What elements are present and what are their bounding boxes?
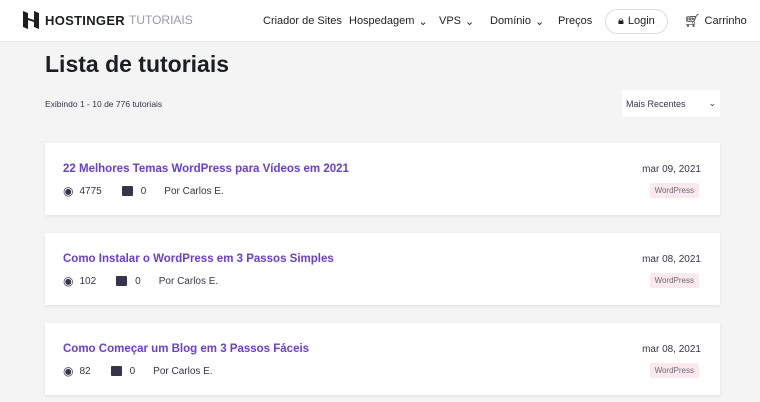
author: Por Carlos E. (153, 365, 213, 377)
nav-label: Domínio (490, 15, 531, 27)
logo[interactable]: HOSTINGER TUTORIAIS (23, 11, 193, 29)
views-count: 82 (79, 365, 91, 377)
cart-button[interactable]: 🛒︎ Carrinho (684, 13, 747, 29)
nav-hospedagem[interactable]: Hospedagem ⌄ (349, 15, 428, 28)
eye-icon: ◉ (63, 184, 74, 198)
brand-name: HOSTINGER (45, 12, 125, 28)
chevron-down-icon: ⌄ (708, 98, 716, 108)
nav-label: Preços (558, 15, 593, 27)
category-tag[interactable]: WordPress (649, 273, 699, 288)
comment-icon (116, 276, 128, 286)
brand-suffix: TUTORIAIS (128, 13, 193, 27)
nav-label: Criador de Sites (263, 15, 342, 27)
cart-icon: 🛒︎ (684, 13, 701, 28)
comments-count: 0 (129, 365, 136, 377)
comments-count: 0 (135, 275, 141, 287)
cart-label: Carrinho (704, 15, 747, 27)
page-title: Lista de tutoriais (45, 51, 230, 77)
eye-icon: ◉ (63, 274, 74, 288)
chevron-down-icon: ⌄ (465, 15, 475, 28)
post-date: mar 08, 2021 (642, 254, 701, 265)
tutorial-card: Como Instalar o WordPress em 3 Passos Si… (45, 233, 720, 305)
tutorial-title-link[interactable]: 22 Melhores Temas WordPress para Vídeos … (63, 163, 349, 175)
eye-icon: ◉ (63, 364, 74, 378)
tutorial-card: Como Começar um Blog em 3 Passos Fáceis … (45, 323, 720, 395)
nav-criador-de-sites[interactable]: Criador de Sites (263, 15, 342, 27)
header: HOSTINGER TUTORIAIS Criador de Sites Hosp… (0, 0, 760, 42)
tutorial-meta: ◉ 82 0 Por Carlos E. (63, 364, 213, 378)
tutorial-meta: ◉ 4775 0 Por Carlos E. (63, 184, 224, 198)
post-date: mar 09, 2021 (642, 164, 701, 175)
category-tag[interactable]: WordPress (649, 363, 699, 378)
author: Por Carlos E. (158, 275, 219, 287)
login-label: Login (627, 15, 655, 27)
tutorial-card: 22 Melhores Temas WordPress para Vídeos … (45, 143, 720, 215)
author: Por Carlos E. (164, 185, 224, 197)
views-count: 102 (79, 275, 97, 287)
hostinger-logo-icon (23, 11, 39, 29)
nav-vps[interactable]: VPS ⌄ (439, 15, 474, 28)
sort-value: Mais Recentes (626, 98, 686, 109)
tutorial-meta: ◉ 102 0 Por Carlos E. (63, 274, 218, 288)
post-date: mar 08, 2021 (642, 344, 701, 355)
tutorial-title-link[interactable]: Como Começar um Blog em 3 Passos Fáceis (63, 343, 309, 355)
chevron-down-icon: ⌄ (418, 15, 428, 28)
comment-icon (121, 186, 133, 196)
category-tag[interactable]: WordPress (649, 183, 699, 198)
nav-label: Hospedagem (349, 15, 415, 27)
nav-dominio[interactable]: Domínio ⌄ (490, 15, 544, 28)
comment-icon (110, 366, 122, 376)
sort-select[interactable]: Mais Recentes ⌄ (622, 90, 720, 117)
login-button[interactable]: 🔒︎ Login (605, 8, 668, 34)
comments-count: 0 (140, 185, 147, 197)
nav-label: VPS (439, 15, 462, 27)
nav-precos[interactable]: Preços (558, 15, 592, 27)
results-count: Exibindo 1 - 10 de 776 tutoriais (45, 99, 163, 109)
lock-icon: 🔒︎ (618, 14, 624, 27)
chevron-down-icon: ⌄ (534, 15, 545, 28)
tutorial-title-link[interactable]: Como Instalar o WordPress em 3 Passos Si… (63, 253, 334, 265)
views-count: 4775 (79, 185, 102, 197)
